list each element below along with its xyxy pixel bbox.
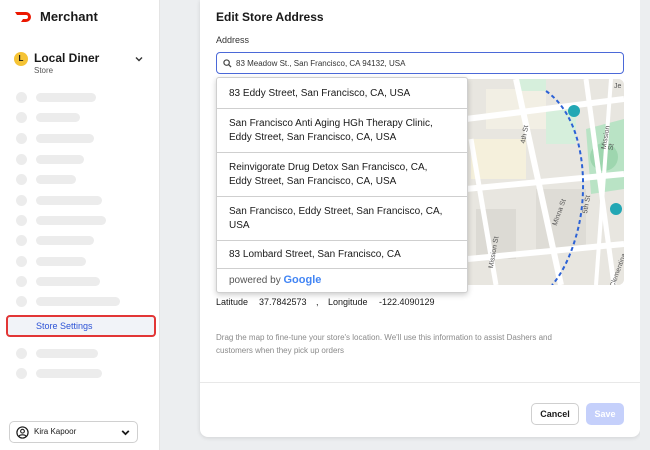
modal-title: Edit Store Address <box>216 10 324 24</box>
doordash-logo-icon <box>15 11 31 22</box>
brand[interactable]: Merchant <box>14 9 98 24</box>
cancel-button[interactable]: Cancel <box>531 403 579 425</box>
sidebar: Merchant L Local Diner Store Store Setti… <box>0 0 160 450</box>
sidebar-item-store-settings[interactable]: Store Settings <box>6 315 156 337</box>
account-circle-icon <box>16 426 29 439</box>
address-input[interactable]: 83 Meadow St., San Francisco, CA 94132, … <box>216 52 624 74</box>
coordinate-separator: , <box>316 297 319 307</box>
user-name: Kira Kapoor <box>34 427 77 436</box>
address-label: Address <box>216 35 250 45</box>
page-background <box>640 0 650 450</box>
address-suggestions: 83 Eddy Street, San Francisco, CA, USA S… <box>216 77 468 293</box>
edit-address-modal: Edit Store Address Address 83 Meadow St.… <box>200 0 640 437</box>
google-attribution: powered by Google <box>229 274 322 286</box>
suggestion-item[interactable]: San Francisco, Eddy Street, San Francisc… <box>217 197 467 241</box>
chevron-down-icon <box>135 57 143 62</box>
footer-divider <box>200 382 640 383</box>
save-button[interactable]: Save <box>586 403 624 425</box>
store-avatar: L <box>14 52 28 66</box>
google-logo: Google <box>283 274 322 286</box>
chevron-down-icon <box>121 430 130 436</box>
store-subtitle: Store <box>34 66 54 75</box>
store-selector[interactable]: L Local Diner Store <box>14 51 144 79</box>
longitude-label: Longitude <box>328 297 368 307</box>
map-helper-text: Drag the map to fine-tune your store's l… <box>216 333 552 355</box>
brand-name: Merchant <box>40 9 98 24</box>
map-label: Je <box>614 83 622 90</box>
suggestion-item[interactable]: Reinvigorate Drug Detox San Francisco, C… <box>217 153 467 197</box>
user-menu[interactable]: Kira Kapoor <box>9 421 138 443</box>
suggestion-item[interactable]: 83 Eddy Street, San Francisco, CA, USA <box>217 78 467 109</box>
latitude-label: Latitude <box>216 297 249 307</box>
store-name: Local Diner <box>34 51 100 65</box>
address-input-value: 83 Meadow St., San Francisco, CA 94132, … <box>236 59 406 68</box>
longitude-value: -122.4090129 <box>379 297 435 307</box>
search-icon <box>223 59 232 68</box>
latitude-value: 37.7842573 <box>259 297 307 307</box>
suggestion-item[interactable]: 83 Lombard Street, San Francisco, CA <box>217 241 467 269</box>
suggestion-item[interactable]: San Francisco Anti Aging HGh Therapy Cli… <box>217 109 467 153</box>
